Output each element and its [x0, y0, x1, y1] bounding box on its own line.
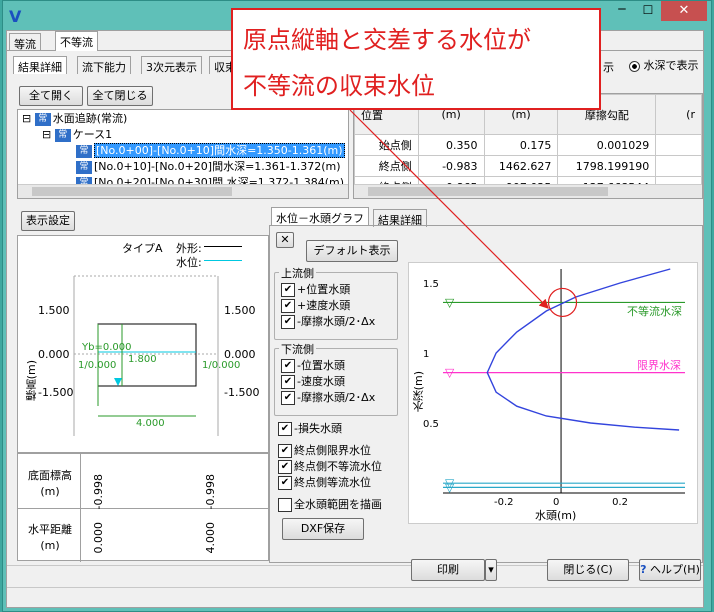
- callout-arrow: [349, 109, 549, 309]
- tab-result-detail[interactable]: 結果詳細: [13, 56, 67, 74]
- tab-nonuniform[interactable]: 不等流: [55, 31, 98, 51]
- tab-wl-head-graph[interactable]: 水位－水頭グラフ: [271, 207, 369, 225]
